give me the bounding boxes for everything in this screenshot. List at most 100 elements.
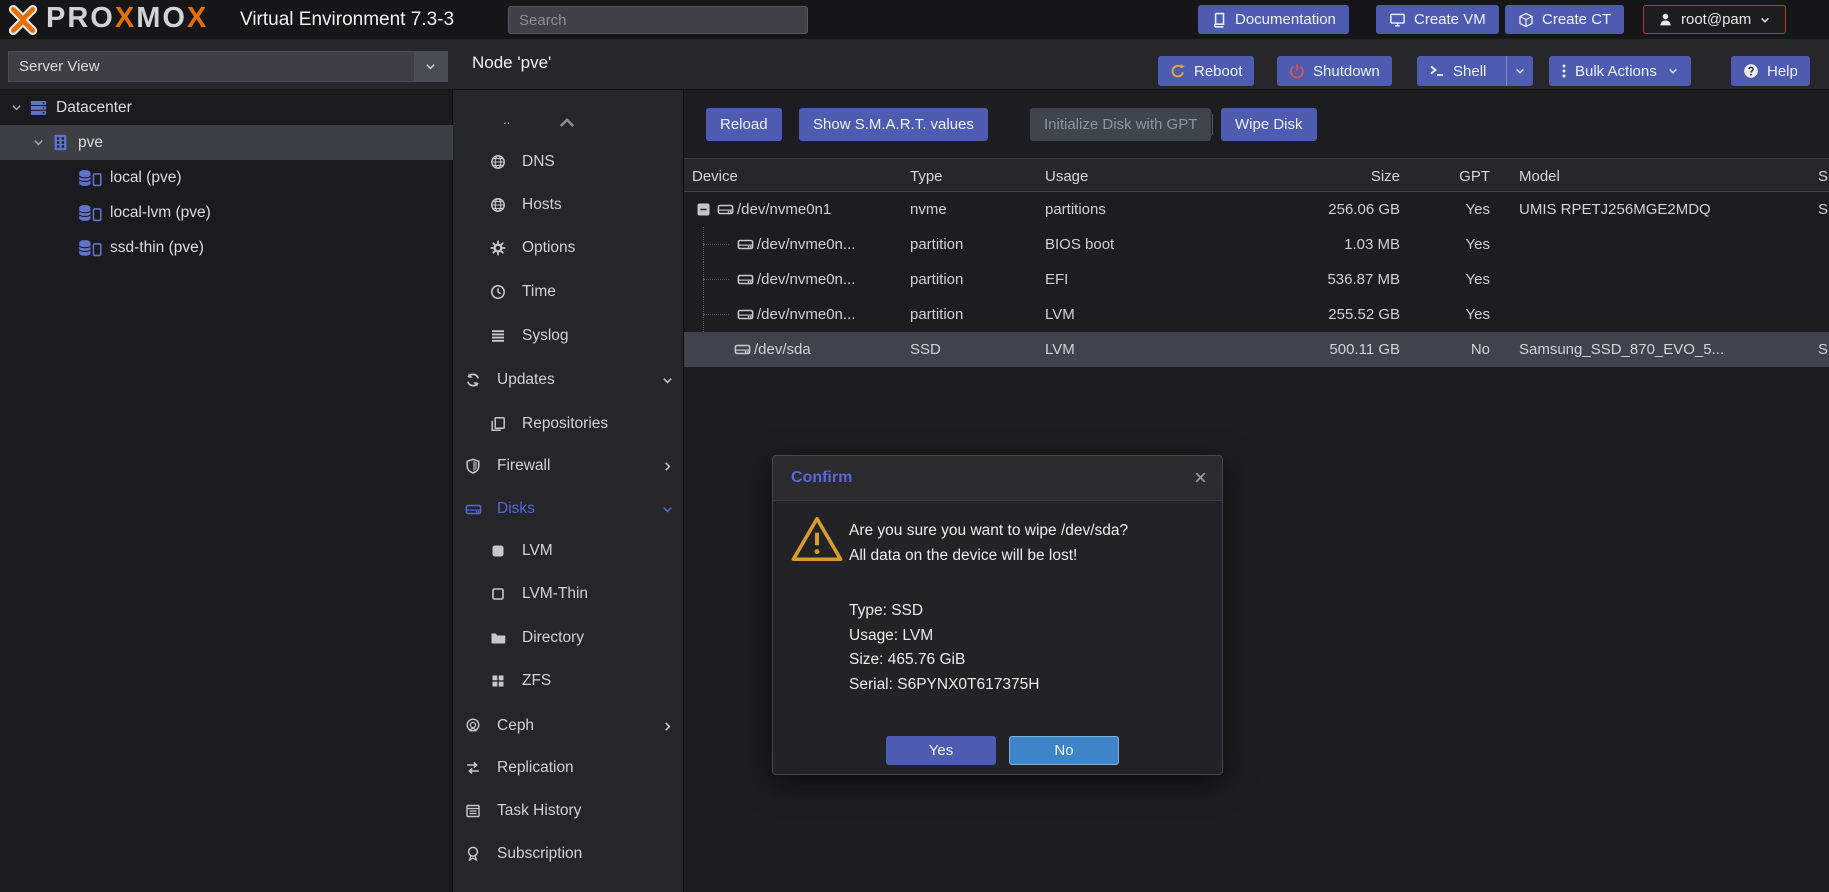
clock-icon (489, 284, 507, 300)
chevron-down-icon[interactable] (10, 101, 23, 114)
menu-item-firewall[interactable]: Firewall (453, 451, 684, 481)
user-icon (1658, 12, 1673, 27)
cell-serial: S (1818, 192, 1829, 227)
chevron-down-icon[interactable] (414, 52, 447, 81)
documentation-button[interactable]: Documentation (1198, 5, 1349, 34)
initialize-disk-gpt-button[interactable]: Initialize Disk with GPT (1030, 108, 1211, 141)
tree-item-datacenter[interactable]: Datacenter (0, 90, 453, 125)
cell-gpt: Yes (1420, 227, 1490, 262)
cell-gpt: Yes (1420, 192, 1490, 227)
table-row[interactable]: /dev/nvme0n... partition LVM 255.52 GB Y… (684, 297, 1829, 332)
no-button[interactable]: No (1009, 736, 1119, 765)
hdd-icon (737, 271, 754, 288)
cell-usage: partitions (1045, 192, 1195, 227)
menu-item-task-history[interactable]: Task History (453, 796, 684, 826)
menu-item-label: Directory (522, 629, 584, 647)
table-row[interactable]: /dev/sda SSD LVM 500.11 GB No Samsung_SS… (684, 332, 1829, 367)
cell-serial (1818, 227, 1829, 262)
dialog-title: Confirm (791, 469, 852, 487)
cell-usage: EFI (1045, 262, 1195, 297)
table-row[interactable]: /dev/nvme0n... partition EFI 536.87 MB Y… (684, 262, 1829, 297)
help-button[interactable]: Help (1731, 56, 1810, 86)
dialog-details: Type: SSDUsage: LVMSize: 465.76 GiBSeria… (849, 599, 1039, 697)
tree-item-local-lvm-pve[interactable]: local-lvm (pve) (0, 195, 453, 230)
logo-part: PRO (46, 2, 115, 34)
menu-item-directory[interactable]: Directory (453, 623, 684, 653)
square-filled-icon (489, 543, 507, 559)
disk-grid-header: Device Type UsageSize GPT Model S (684, 158, 1829, 192)
cell-size: 1.03 MB (1200, 227, 1400, 262)
tree-item-pve[interactable]: pve (0, 125, 453, 160)
node-toolbar: Server View Node 'pve' Reboot Shutdown S… (0, 40, 1829, 90)
reboot-button[interactable]: Reboot (1158, 56, 1254, 86)
shutdown-button[interactable]: Shutdown (1277, 56, 1392, 86)
column-header-s[interactable]: S (1818, 159, 1829, 194)
menu-item-repositories[interactable]: Repositories (453, 409, 684, 439)
chevron-down-icon (1759, 14, 1771, 26)
menu-item-label: Updates (497, 371, 555, 389)
user-menu-button[interactable]: root@pam (1643, 5, 1786, 34)
menu-scroll-up[interactable]: .. (453, 108, 684, 138)
menu-item-label: Disks (497, 500, 535, 518)
proxmox-logo-text: PROXMOX (46, 2, 208, 35)
menu-item-label: Syslog (522, 327, 569, 345)
menu-item-ceph[interactable]: Ceph (453, 711, 684, 741)
tree-item-label: Datacenter (56, 99, 132, 117)
column-header-gpt[interactable]: GPT (1420, 159, 1490, 194)
tree-item-label: local-lvm (pve) (110, 204, 211, 222)
menu-item-replication[interactable]: Replication (453, 753, 684, 783)
bulk-actions-button[interactable]: Bulk Actions (1549, 56, 1691, 86)
menu-item-disks[interactable]: Disks (453, 494, 684, 524)
show-smart-values-button[interactable]: Show S.M.A.R.T. values (799, 108, 988, 141)
column-header-type[interactable]: Type (910, 159, 1020, 194)
cell-serial (1818, 297, 1829, 332)
reload-button[interactable]: Reload (706, 108, 782, 141)
menu-item-hosts[interactable]: Hosts (453, 190, 684, 220)
menu-item-updates[interactable]: Updates (453, 365, 684, 395)
close-icon[interactable] (1193, 470, 1208, 485)
tree-guide-line (703, 279, 729, 280)
cell-serial (1818, 262, 1829, 297)
page-title: Node 'pve' (472, 53, 551, 73)
wipe-disk-button[interactable]: Wipe Disk (1221, 108, 1317, 141)
create-ct-button[interactable]: Create CT (1505, 5, 1624, 34)
yes-button[interactable]: Yes (886, 736, 996, 765)
cell-gpt: Yes (1420, 297, 1490, 332)
menu-item-dns[interactable]: DNS (453, 147, 684, 177)
column-header-size[interactable]: Size (1200, 159, 1400, 194)
chevron-down-icon (658, 374, 676, 387)
tree-item-ssd-thin-pve[interactable]: ssd-thin (pve) (0, 230, 453, 265)
tree-item-local-pve[interactable]: local (pve) (0, 160, 453, 195)
column-header-model[interactable]: Model (1519, 159, 1809, 194)
building-icon (51, 133, 70, 152)
create-vm-button[interactable]: Create VM (1376, 5, 1499, 34)
column-header-usage[interactable]: Usage (1045, 159, 1195, 194)
dialog-titlebar[interactable]: Confirm (773, 456, 1222, 501)
menu-item-subscription[interactable]: Subscription (453, 839, 684, 869)
confirm-dialog: Confirm Are you sure you want to wipe /d… (772, 455, 1223, 775)
tree-item-label: pve (78, 134, 103, 152)
menu-item-lvm-thin[interactable]: LVM-Thin (453, 579, 684, 609)
shell-dropdown-button[interactable] (1506, 56, 1533, 86)
search-input[interactable] (508, 6, 808, 34)
menu-item-options[interactable]: Options (453, 233, 684, 263)
shield-icon (464, 458, 482, 474)
chevron-down-icon[interactable] (32, 136, 45, 149)
view-selector[interactable]: Server View (8, 51, 448, 82)
column-header-device[interactable]: Device (692, 159, 738, 194)
cell-gpt: Yes (1420, 262, 1490, 297)
table-row[interactable]: /dev/nvme0n... partition BIOS boot 1.03 … (684, 227, 1829, 262)
menu-item-syslog[interactable]: Syslog (453, 321, 684, 351)
table-row[interactable]: /dev/nvme0n1 nvme partitions 256.06 GB Y… (684, 192, 1829, 227)
storage-icon (78, 204, 102, 222)
menu-item-zfs[interactable]: ZFS (453, 666, 684, 696)
menu-item-time[interactable]: Time (453, 277, 684, 307)
cell-size: 256.06 GB (1200, 192, 1400, 227)
collapse-expander-icon[interactable] (697, 203, 710, 216)
cell-type: nvme (910, 192, 1020, 227)
shell-button[interactable]: Shell (1417, 56, 1533, 86)
dialog-detail-line: Serial: S6PYNX0T617375H (849, 673, 1039, 698)
view-selector-label: Server View (9, 58, 414, 75)
wipe-disk-label: Wipe Disk (1235, 116, 1303, 133)
menu-item-lvm[interactable]: LVM (453, 536, 684, 566)
